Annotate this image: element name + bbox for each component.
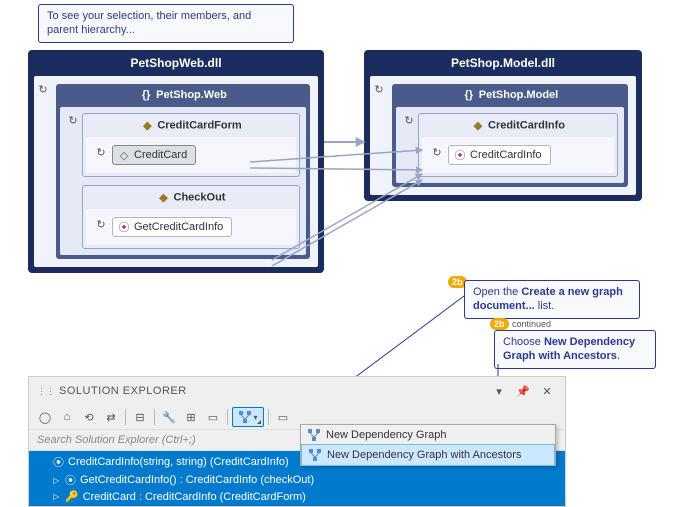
class-icon: ◆ <box>157 190 171 204</box>
member-creditcardinfo[interactable]: ⦿ CreditCardInfo <box>448 145 551 165</box>
graph-icon <box>307 428 321 442</box>
callout-choose-ancestors: Choose New Dependency Graph with Ancesto… <box>494 330 656 369</box>
class-title: ◆CreditCardInfo <box>419 114 617 137</box>
step-badge-2b-continued: 2b <box>490 318 509 330</box>
member-label: GetCreditCardInfo <box>134 221 223 233</box>
graph-icon <box>308 448 322 462</box>
sync-button[interactable]: ⟲ <box>79 407 99 427</box>
namespace-node-petshop-model[interactable]: {}PetShop.Model ↻ ◆CreditCardInfo ↻ <box>392 84 628 187</box>
continued-label: continued <box>512 319 551 329</box>
refresh-icon: ↻ <box>94 145 108 159</box>
panel-titlebar[interactable]: ⋮⋮ SOLUTION EXPLORER ▾ 📌 ✕ <box>29 377 565 405</box>
menu-item-new-dependency-graph[interactable]: New Dependency Graph <box>301 425 555 445</box>
namespace-icon: {} <box>139 88 153 102</box>
panel-title-text: SOLUTION EXPLORER <box>59 385 485 397</box>
method-icon: ⦿ <box>53 454 64 470</box>
refresh-icon: ↻ <box>430 145 444 159</box>
method-icon: ⦿ <box>117 220 131 234</box>
refresh-icon: ↻ <box>36 82 50 96</box>
class-title: ◆CheckOut <box>83 186 299 209</box>
dll-node-petshopweb[interactable]: PetShopWeb.dll ↻ {}PetShop.Web ↻ ◆Credit… <box>28 50 324 273</box>
refresh-button[interactable]: ⇄ <box>101 407 121 427</box>
callout-open-graph-list: Open the Create a new graph document... … <box>464 280 640 319</box>
class-node-creditcardinfo[interactable]: ◆CreditCardInfo ↻ ⦿ CreditCardInfo <box>418 113 618 177</box>
member-getcreditcardinfo[interactable]: ⦿ GetCreditCardInfo <box>112 217 232 237</box>
namespace-title: {}PetShop.Web <box>57 85 309 107</box>
method-icon: ⦿ <box>65 472 76 488</box>
pin-icon[interactable]: 📌 <box>513 381 533 401</box>
close-icon[interactable]: ✕ <box>537 381 557 401</box>
field-icon: ◇ <box>117 148 131 162</box>
dll-title: PetShopWeb.dll <box>30 52 322 76</box>
menu-item-new-dependency-graph-ancestors[interactable]: New Dependency Graph with Ancestors <box>301 444 555 466</box>
dll-node-petshop-model[interactable]: PetShop.Model.dll ↻ {}PetShop.Model ↻ ◆C… <box>364 50 642 201</box>
member-label: CreditCard <box>134 149 187 161</box>
dropdown-icon[interactable]: ▾ <box>489 381 509 401</box>
class-icon: ◆ <box>471 118 485 132</box>
preview-button[interactable]: ▭ <box>203 407 223 427</box>
back-button[interactable]: ◯ <box>35 407 55 427</box>
refresh-icon: ↻ <box>402 113 416 127</box>
namespace-node-petshop-web[interactable]: {}PetShop.Web ↻ ◆CreditCardForm ↻ ◇ <box>56 84 310 259</box>
tree-item-creditcard[interactable]: ▷ 🔑 CreditCard : CreditCardInfo (CreditC… <box>29 489 565 504</box>
namespace-title: {}PetShop.Model <box>393 85 627 107</box>
member-creditcard[interactable]: ◇ CreditCard <box>112 145 196 165</box>
field-icon: 🔑 <box>65 490 79 503</box>
hint-tooltip: To see your selection, their members, an… <box>38 4 294 43</box>
member-label: CreditCardInfo <box>470 149 542 161</box>
method-icon: ⦿ <box>453 148 467 162</box>
new-graph-dropdown-button[interactable]: ▾ <box>232 407 264 427</box>
properties-button[interactable]: 🔧 <box>159 407 179 427</box>
expand-icon[interactable]: ▷ <box>53 476 61 485</box>
new-graph-menu: New Dependency Graph New Dependency Grap… <box>300 424 556 466</box>
expand-icon[interactable]: ▷ <box>53 492 61 501</box>
namespace-icon: {} <box>462 88 476 102</box>
refresh-icon: ↻ <box>66 113 80 127</box>
refresh-icon: ↻ <box>94 217 108 231</box>
refresh-icon: ↻ <box>372 82 386 96</box>
class-node-creditcardform[interactable]: ◆CreditCardForm ↻ ◇ CreditCard <box>82 113 300 177</box>
collapse-button[interactable]: ⊟ <box>130 407 150 427</box>
home-button[interactable]: ⌂ <box>57 407 77 427</box>
view-button[interactable]: ▭ <box>273 407 293 427</box>
class-node-checkout[interactable]: ◆CheckOut ↻ ⦿ GetCreditCardInfo <box>82 185 300 249</box>
class-icon: ◆ <box>140 118 154 132</box>
show-all-button[interactable]: ⊞ <box>181 407 201 427</box>
tree-item-getcreditcardinfo[interactable]: ▷ ⦿ GetCreditCardInfo() : CreditCardInfo… <box>29 471 565 489</box>
dll-title: PetShop.Model.dll <box>366 52 640 76</box>
class-title: ◆CreditCardForm <box>83 114 299 137</box>
